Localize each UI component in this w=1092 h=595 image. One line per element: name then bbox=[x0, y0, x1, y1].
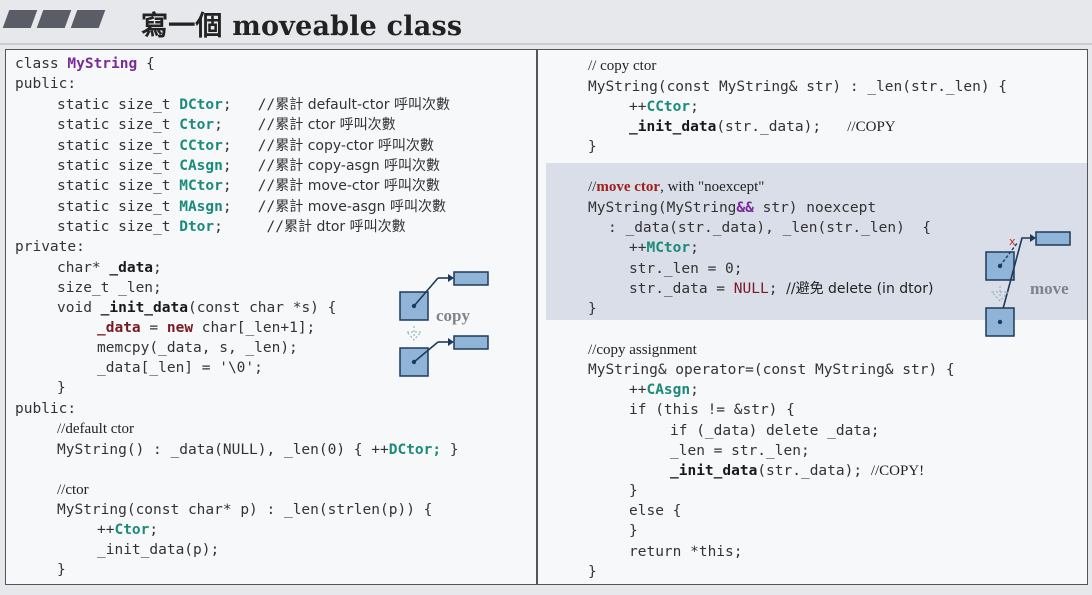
semicolon: ; bbox=[222, 178, 258, 195]
comment-marker: // bbox=[257, 97, 276, 113]
copy-diagram bbox=[399, 271, 489, 377]
copy-asgn-line-3: if (_data) delete _data; bbox=[670, 423, 880, 439]
move-ctor-comment: //move ctor, with "noexcept" bbox=[588, 179, 765, 195]
init-data-line-2: memcpy(_data, s, _len); bbox=[97, 340, 298, 356]
copy-ctor-close: } bbox=[588, 139, 597, 155]
comment-marker: // bbox=[257, 137, 276, 154]
copy-ctor-signature: MyString(const MyString& str) : _len(str… bbox=[588, 79, 1008, 95]
counter-name: Dtor bbox=[179, 218, 215, 235]
counter-name: MCtor bbox=[179, 178, 223, 195]
svg-text:x: x bbox=[1009, 235, 1016, 248]
semicolon: ; bbox=[222, 198, 258, 215]
copy-ctor-comment: // copy ctor bbox=[588, 58, 657, 74]
counter-comment: 累計 ctor 呼叫次數 bbox=[275, 117, 396, 134]
default-ctor-comment: //default ctor bbox=[57, 421, 135, 437]
static-counter-dctor: static size_t DCtor; //累計 default-ctor 呼… bbox=[57, 95, 450, 115]
copy-asgn-close-1: } bbox=[629, 483, 638, 499]
counter-comment: 累計 copy-ctor 呼叫次數 bbox=[275, 137, 434, 154]
copy-asgn-line-4: _len = str._len; bbox=[670, 443, 810, 459]
static-type: static size_t bbox=[57, 117, 180, 134]
copy-asgn-close-2: } bbox=[629, 523, 638, 539]
semicolon: ; bbox=[222, 137, 258, 154]
static-counter-ctor: static size_t Ctor; //累計 ctor 呼叫次數 bbox=[57, 115, 396, 135]
data-member-line: char* _data; bbox=[57, 260, 162, 276]
ctor-close: } bbox=[57, 562, 66, 578]
static-counter-casgn: static size_t CAsgn; //累計 copy-asgn 呼叫次數 bbox=[57, 156, 440, 176]
counter-name: CAsgn bbox=[179, 157, 223, 174]
static-type: static size_t bbox=[57, 218, 180, 235]
copy-asgn-return: return *this; bbox=[629, 544, 743, 560]
move-ctor-close: } bbox=[588, 301, 597, 317]
private-label: private: bbox=[15, 239, 85, 255]
counter-comment: 累計 dtor 呼叫次數 bbox=[284, 218, 406, 235]
public-label-2: public: bbox=[15, 401, 77, 417]
static-type: static size_t bbox=[57, 178, 180, 195]
slide-header: 寫一個 moveable class bbox=[0, 0, 1092, 46]
counter-name: MAsgn bbox=[179, 198, 223, 215]
copy-ctor-line-2: _init_data(str._data); //COPY bbox=[629, 119, 896, 135]
semicolon: ; bbox=[214, 117, 258, 134]
copy-diagram-label: copy bbox=[436, 306, 470, 325]
default-ctor-line: MyString() : _data(NULL), _len(0) { ++DC… bbox=[57, 442, 459, 458]
left-code-panel: class MyString { public: static size_t D… bbox=[5, 49, 537, 585]
copy-asgn-line-1: ++CAsgn; bbox=[629, 382, 699, 398]
ctor-line-2: _init_data(p); bbox=[97, 542, 220, 558]
copy-asgn-comment: //copy assignment bbox=[588, 342, 697, 358]
semicolon: ; bbox=[214, 218, 267, 235]
comment-marker: // bbox=[257, 178, 276, 195]
init-data-close: } bbox=[57, 380, 66, 396]
counter-comment: 累計 copy-asgn 呼叫次數 bbox=[275, 157, 441, 174]
static-type: static size_t bbox=[57, 198, 180, 215]
right-code-panel: // copy ctor MyString(const MyString& st… bbox=[537, 49, 1088, 585]
counter-name: DCtor bbox=[179, 97, 223, 113]
header-rule bbox=[0, 43, 1092, 45]
static-counter-cctor: static size_t CCtor; //累計 copy-ctor 呼叫次數 bbox=[57, 136, 434, 156]
copy-asgn-line-2: if (this != &str) { bbox=[629, 402, 795, 418]
move-ctor-signature: MyString(MyString&& str) noexcept bbox=[588, 200, 877, 216]
semicolon: ; bbox=[222, 97, 258, 113]
init-data-signature: void _init_data(const char *s) { bbox=[57, 300, 337, 316]
counter-name: Ctor bbox=[179, 117, 215, 134]
move-ctor-line-1: ++MCtor; bbox=[629, 240, 699, 256]
move-ctor-line-3: str._data = NULL; //避免 delete (in dtor) bbox=[629, 281, 934, 297]
copy-asgn-line-5: _init_data(str._data); //COPY! bbox=[670, 463, 925, 479]
ctor-line-1: ++Ctor; bbox=[97, 522, 159, 538]
public-label: public: bbox=[15, 76, 77, 92]
len-member-line: size_t _len; bbox=[57, 280, 162, 296]
move-ctor-line-2: str._len = 0; bbox=[629, 261, 743, 277]
copy-asgn-else: else { bbox=[629, 503, 682, 519]
comment-marker: // bbox=[257, 157, 276, 174]
static-counter-dtor: static size_t Dtor; //累計 dtor 呼叫次數 bbox=[57, 217, 406, 237]
static-counter-mctor: static size_t MCtor; //累計 move-ctor 呼叫次數 bbox=[57, 176, 440, 196]
semicolon: ; bbox=[222, 157, 258, 174]
static-type: static size_t bbox=[57, 97, 180, 113]
counter-name: CCtor bbox=[179, 137, 223, 154]
ctor-signature: MyString(const char* p) : _len(strlen(p)… bbox=[57, 502, 433, 518]
comment-marker: // bbox=[266, 218, 284, 235]
ctor-comment: //ctor bbox=[57, 482, 89, 498]
counter-comment: 累計 default-ctor 呼叫次數 bbox=[275, 97, 450, 113]
static-type: static size_t bbox=[57, 157, 180, 174]
counter-comment: 累計 move-asgn 呼叫次數 bbox=[275, 198, 446, 215]
static-counter-masgn: static size_t MAsgn; //累計 move-asgn 呼叫次數 bbox=[57, 197, 446, 217]
copy-asgn-close-3: } bbox=[588, 564, 597, 580]
slide-title: 寫一個 moveable class bbox=[141, 11, 463, 42]
move-ctor-init-list: : _data(str._data), _len(str._len) { bbox=[608, 220, 932, 236]
copy-asgn-signature: MyString& operator=(const MyString& str)… bbox=[588, 362, 955, 378]
init-data-line-3: _data[_len] = '\0'; bbox=[97, 360, 263, 376]
static-type: static size_t bbox=[57, 137, 180, 154]
copy-ctor-line-1: ++CCtor; bbox=[629, 99, 699, 115]
move-diagram-label: move bbox=[1030, 279, 1069, 298]
comment-marker: // bbox=[257, 117, 276, 134]
class-decl-line: class MyString { bbox=[15, 56, 155, 72]
init-data-line-1: _data = new char[_len+1]; bbox=[97, 320, 316, 336]
counter-comment: 累計 move-ctor 呼叫次數 bbox=[275, 178, 440, 195]
comment-marker: // bbox=[257, 198, 276, 215]
